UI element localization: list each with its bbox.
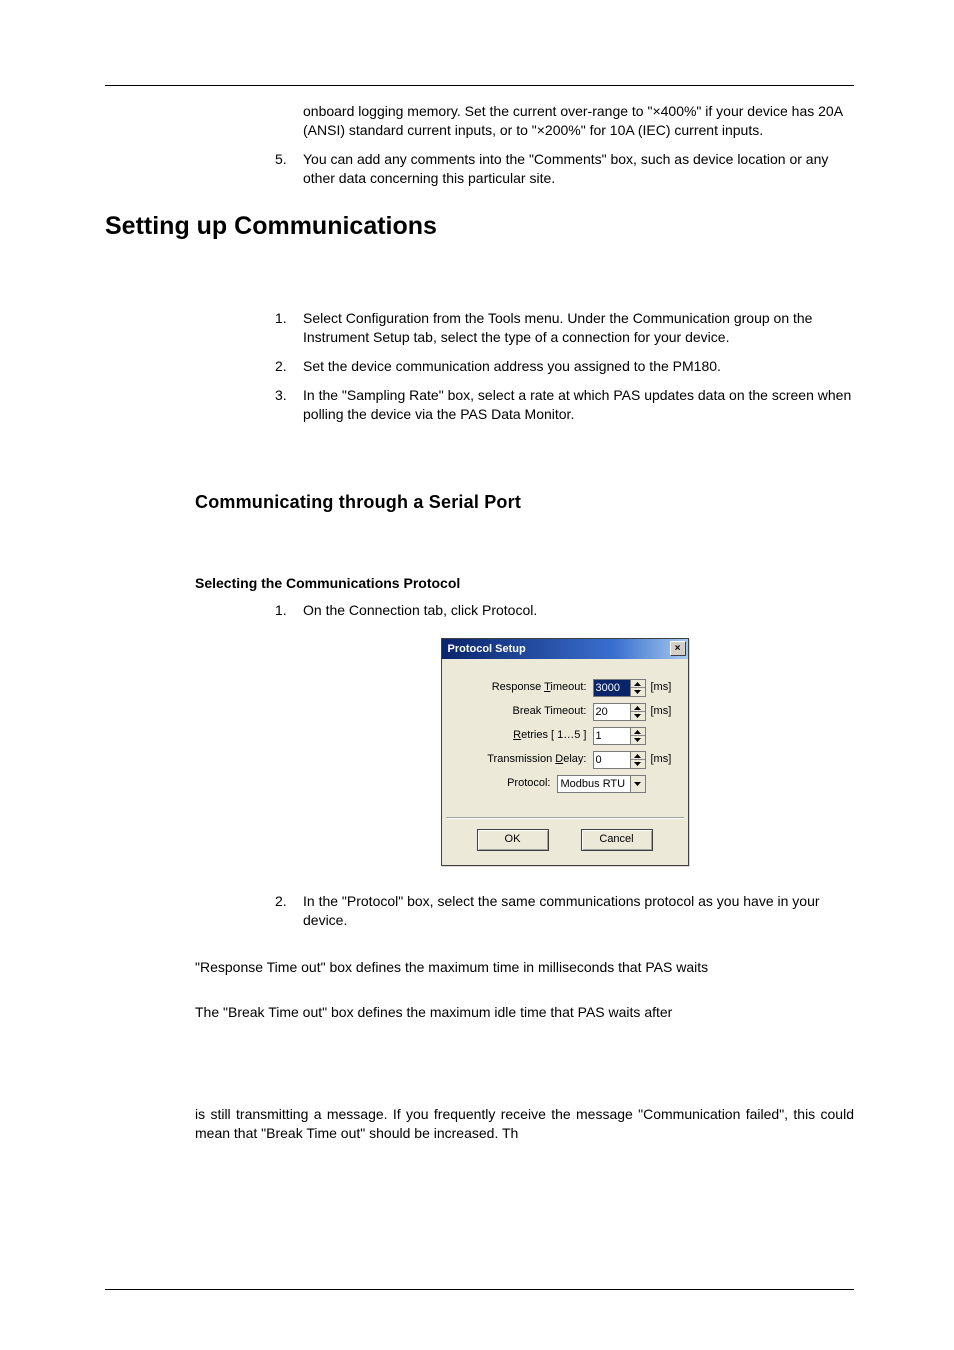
list-text: onboard logging memory. Set the current … xyxy=(303,102,854,140)
response-timeout-input[interactable] xyxy=(593,679,631,697)
spinner-up-icon[interactable] xyxy=(631,680,645,689)
spinner-down-icon[interactable] xyxy=(631,688,645,696)
list-number: 1. xyxy=(275,601,303,620)
list-item: 5. You can add any comments into the "Co… xyxy=(275,150,854,188)
label-protocol: Protocol: xyxy=(456,776,557,791)
spinner-down-icon[interactable] xyxy=(631,712,645,720)
header-rule xyxy=(105,85,854,86)
unit-ms: [ms] xyxy=(646,752,674,767)
proto-list-1: 1. On the Connection tab, click Protocol… xyxy=(275,601,854,620)
dialog-titlebar[interactable]: Protocol Setup × xyxy=(442,639,688,659)
list-text: Select Configuration from the Tools menu… xyxy=(303,309,854,347)
intro-list: onboard logging memory. Set the current … xyxy=(275,102,854,188)
label-response-timeout: Response Timeout: xyxy=(456,680,593,695)
spinner-up-icon[interactable] xyxy=(631,704,645,713)
protocol-select[interactable]: Modbus RTU xyxy=(557,775,646,793)
retries-input[interactable] xyxy=(593,727,631,745)
list-number: 5. xyxy=(275,150,303,188)
list-item: 2. Set the device communication address … xyxy=(275,357,854,376)
list-text: Set the device communication address you… xyxy=(303,357,854,376)
page-title: Setting up Communications xyxy=(105,210,854,244)
cancel-button[interactable]: Cancel xyxy=(581,829,653,851)
spinner-down-icon[interactable] xyxy=(631,760,645,768)
spinner-up-icon[interactable] xyxy=(631,752,645,761)
list-number: 1. xyxy=(275,309,303,347)
protocol-select-value: Modbus RTU xyxy=(557,775,631,793)
retries-spinner[interactable] xyxy=(631,727,646,745)
list-item: 1. On the Connection tab, click Protocol… xyxy=(275,601,854,620)
list-number: 2. xyxy=(275,892,303,930)
setup-list: 1. Select Configuration from the Tools m… xyxy=(275,309,854,423)
break-timeout-input[interactable] xyxy=(593,703,631,721)
proto-list-2: 2. In the "Protocol" box, select the sam… xyxy=(275,892,854,930)
chevron-down-icon[interactable] xyxy=(631,775,646,793)
list-text: You can add any comments into the "Comme… xyxy=(303,150,854,188)
close-button[interactable]: × xyxy=(670,641,686,656)
list-text: In the "Sampling Rate" box, select a rat… xyxy=(303,386,854,424)
list-number xyxy=(275,102,303,140)
list-number: 3. xyxy=(275,386,303,424)
transmission-delay-spinner[interactable] xyxy=(631,751,646,769)
label-transmission-delay: Transmission Delay: xyxy=(456,752,593,767)
transmission-delay-input[interactable] xyxy=(593,751,631,769)
unit-ms: [ms] xyxy=(646,680,674,695)
label-retries: Retries [ 1…5 ] xyxy=(456,728,593,743)
list-item: onboard logging memory. Set the current … xyxy=(275,102,854,140)
label-break-timeout: Break Timeout: xyxy=(456,704,593,719)
spinner-down-icon[interactable] xyxy=(631,736,645,744)
section-heading-serial: Communicating through a Serial Port xyxy=(195,490,854,514)
list-text: In the "Protocol" box, select the same c… xyxy=(303,892,854,930)
dialog-title: Protocol Setup xyxy=(448,639,670,659)
list-number: 2. xyxy=(275,357,303,376)
break-timeout-spinner[interactable] xyxy=(631,703,646,721)
list-text: On the Connection tab, click Protocol. xyxy=(303,601,854,620)
list-item: 2. In the "Protocol" box, select the sam… xyxy=(275,892,854,930)
list-item: 1. Select Configuration from the Tools m… xyxy=(275,309,854,347)
spinner-up-icon[interactable] xyxy=(631,728,645,737)
footer-rule xyxy=(105,1289,854,1290)
paragraph-break-timeout: The "Break Time out" box defines the max… xyxy=(195,1003,854,1022)
response-timeout-spinner[interactable] xyxy=(631,679,646,697)
section-heading-protocol: Selecting the Communications Protocol xyxy=(195,574,854,593)
ok-button[interactable]: OK xyxy=(477,829,549,851)
close-icon: × xyxy=(675,644,681,654)
dialog-separator xyxy=(446,817,684,819)
paragraph-response-timeout: "Response Time out" box defines the maxi… xyxy=(195,958,854,977)
paragraph-comm-failed: is still transmitting a message. If you … xyxy=(195,1105,854,1143)
unit-ms: [ms] xyxy=(646,704,674,719)
protocol-setup-dialog: Protocol Setup × Response Timeout: [m xyxy=(441,638,689,866)
list-item: 3. In the "Sampling Rate" box, select a … xyxy=(275,386,854,424)
